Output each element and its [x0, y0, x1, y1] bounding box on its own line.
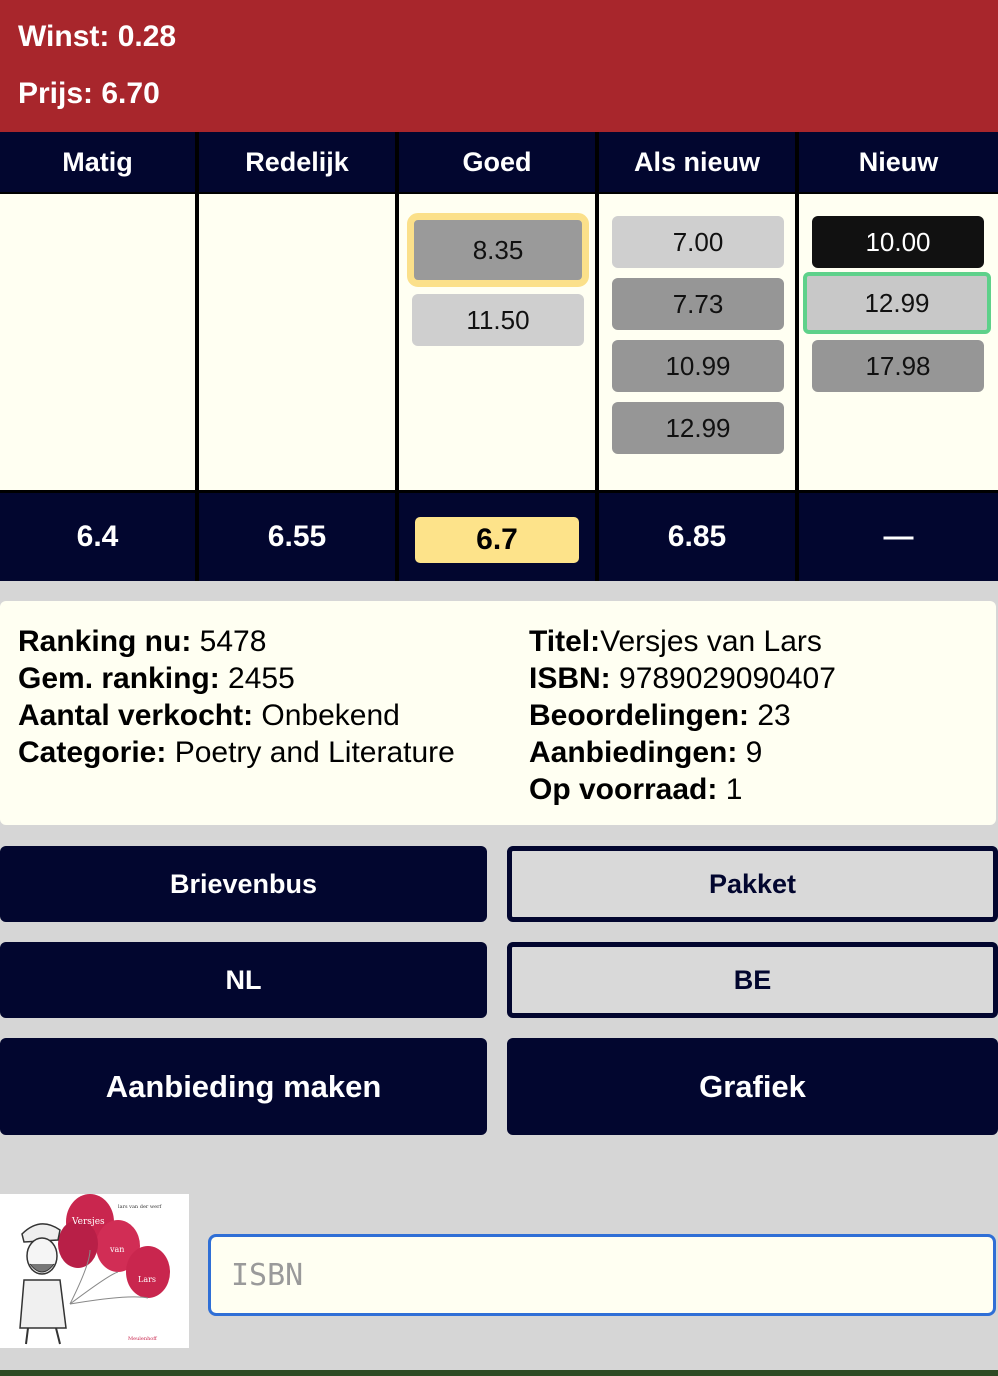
info-right-column: Titel:Versjes van Lars ISBN: 97890290904…	[529, 623, 989, 808]
info-left-column: Ranking nu: 5478 Gem. ranking: 2455 Aant…	[18, 623, 488, 771]
condition-column-redelijk: Redelijk 6.55	[199, 132, 395, 581]
offers-list: 8.35 11.50	[399, 194, 595, 490]
offer-price-buybox[interactable]: 12.99	[803, 272, 991, 334]
cover-title-word-1: Versjes	[71, 1217, 105, 1227]
condition-column-matig: Matig 6.4	[0, 132, 195, 581]
price-label: Prijs: 6.70	[18, 77, 160, 110]
condition-price[interactable]: 6.85	[599, 493, 795, 581]
condition-header[interactable]: Als nieuw	[599, 132, 795, 192]
offer-price[interactable]: 12.99	[612, 402, 784, 454]
title-row: Titel:Versjes van Lars	[529, 625, 822, 658]
condition-grid: Matig 6.4 Redelijk 6.55 Goed 8.35 11.50 …	[0, 132, 998, 581]
isbn-input[interactable]	[208, 1234, 996, 1316]
offer-price-value: 8.35	[472, 234, 524, 265]
header-bar: Winst: 0.28 Prijs: 6.70	[0, 0, 998, 132]
offers-list	[0, 194, 195, 490]
cover-publisher: Meulenhoff	[128, 1336, 157, 1342]
be-button[interactable]: BE	[507, 942, 998, 1018]
chart-button[interactable]: Grafiek	[507, 1038, 998, 1135]
stock-row: Op voorraad: 1	[529, 773, 743, 806]
ranking-row: Ranking nu: 5478	[18, 625, 267, 658]
condition-price[interactable]: 6.55	[199, 493, 395, 581]
category-row: Categorie: Poetry and Literature	[18, 736, 455, 769]
condition-price[interactable]: 6.7	[399, 493, 595, 581]
condition-header[interactable]: Redelijk	[199, 132, 395, 192]
offers-list: 10.00 12.99 17.98	[799, 194, 998, 490]
offer-price[interactable]: 17.98	[812, 340, 984, 392]
condition-header[interactable]: Matig	[0, 132, 195, 192]
condition-price[interactable]: 6.4	[0, 493, 195, 581]
condition-column-goed: Goed 8.35 11.50 6.7	[399, 132, 595, 581]
sold-row: Aantal verkocht: Onbekend	[18, 699, 400, 732]
nl-button[interactable]: NL	[0, 942, 487, 1018]
make-offer-button[interactable]: Aanbieding maken	[0, 1038, 487, 1135]
cover-illustration: Versjes van Lars lars van der werf Meule…	[0, 1194, 189, 1348]
parcel-button[interactable]: Pakket	[507, 846, 998, 922]
mailbox-button[interactable]: Brievenbus	[0, 846, 487, 922]
condition-header[interactable]: Goed	[399, 132, 595, 192]
offers-row: Aanbiedingen: 9	[529, 736, 763, 769]
condition-column-als-nieuw: Als nieuw 7.00 7.73 10.99 12.99 6.85	[599, 132, 795, 581]
reviews-row: Beoordelingen: 23	[529, 699, 791, 732]
book-cover-image: Versjes van Lars lars van der werf Meule…	[0, 1194, 189, 1348]
offer-price-selected[interactable]: 8.35	[407, 213, 589, 287]
offers-list	[199, 194, 395, 490]
selected-condition-price: 6.7	[415, 517, 579, 563]
isbn-row: ISBN: 9789029090407	[529, 662, 836, 695]
offers-list: 7.00 7.73 10.99 12.99	[599, 194, 795, 490]
book-info-panel: Ranking nu: 5478 Gem. ranking: 2455 Aant…	[0, 601, 996, 825]
cover-author: lars van der werf	[118, 1204, 163, 1210]
cover-title-word-3: Lars	[138, 1275, 156, 1284]
condition-price[interactable]: —	[799, 493, 998, 581]
offer-price[interactable]: 7.00	[612, 216, 784, 268]
offer-price[interactable]: 7.73	[612, 278, 784, 330]
bottom-edge	[0, 1370, 998, 1376]
condition-header[interactable]: Nieuw	[799, 132, 998, 192]
offer-price-own[interactable]: 10.00	[812, 216, 984, 268]
avg-ranking-row: Gem. ranking: 2455	[18, 662, 295, 695]
profit-label: Winst: 0.28	[18, 20, 177, 53]
cover-title-word-2: van	[109, 1245, 124, 1254]
offer-price[interactable]: 11.50	[412, 294, 584, 346]
offer-price[interactable]: 10.99	[612, 340, 784, 392]
condition-column-nieuw: Nieuw 10.00 12.99 17.98 —	[799, 132, 998, 581]
